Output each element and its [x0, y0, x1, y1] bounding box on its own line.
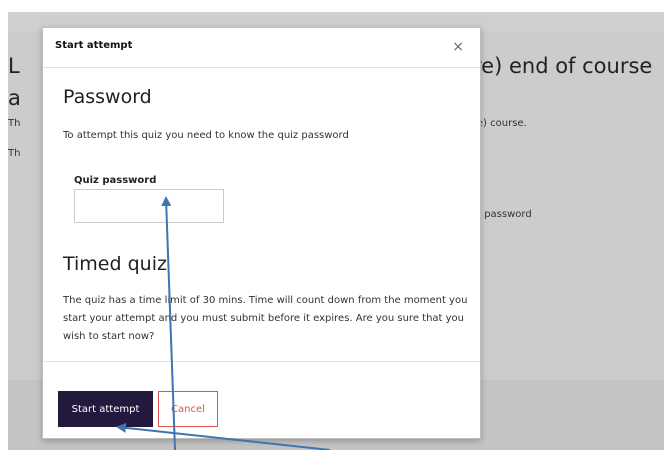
background-heading-fragment: a [8, 86, 21, 110]
background-heading-fragment: re) end of course [473, 54, 653, 78]
timed-quiz-heading: Timed quiz [63, 253, 167, 275]
background-text-fragment: Th [8, 148, 21, 159]
quiz-password-label: Quiz password [74, 175, 157, 186]
quiz-password-input[interactable] [74, 189, 224, 223]
page-top-strip [0, 0, 664, 12]
background-text-fragment: re) course. [473, 118, 527, 129]
modal-header: Start attempt × [43, 28, 480, 68]
background-text-fragment: iz password [473, 209, 532, 220]
modal-footer: Start attempt Cancel [43, 361, 480, 440]
background-text-fragment: Th [8, 118, 21, 129]
cancel-button[interactable]: Cancel [158, 391, 218, 427]
close-icon[interactable]: × [452, 40, 464, 54]
password-description: To attempt this quiz you need to know th… [63, 130, 349, 141]
start-attempt-button[interactable]: Start attempt [58, 391, 153, 427]
timed-quiz-description: The quiz has a time limit of 30 mins. Ti… [63, 295, 468, 342]
background-heading-fragment: L [8, 54, 20, 78]
start-attempt-modal: Start attempt × Password To attempt this… [42, 27, 481, 439]
password-heading: Password [63, 86, 152, 108]
modal-title: Start attempt [55, 40, 133, 51]
